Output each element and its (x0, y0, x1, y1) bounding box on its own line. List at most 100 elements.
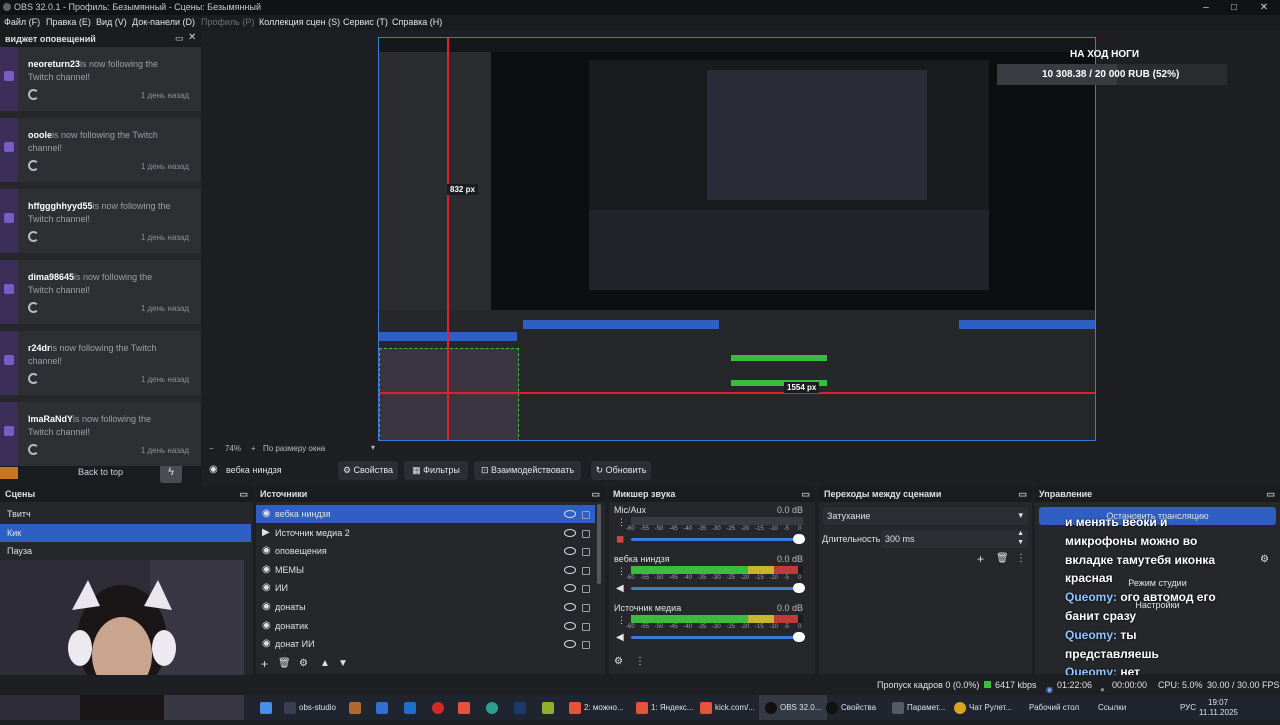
lock-icon[interactable] (582, 585, 590, 594)
transition-select[interactable]: Затухание ▾ (823, 507, 1028, 525)
float-dock-icon[interactable]: ▭ (1266, 486, 1275, 502)
add-transition-icon[interactable]: + (977, 552, 984, 566)
taskbar-app-1[interactable] (349, 695, 364, 720)
menu-scene-collection[interactable]: Коллекция сцен (S) (259, 17, 340, 27)
taskbar-settings[interactable]: Парамет... (892, 695, 945, 720)
speaker-icon[interactable]: ◀ (616, 583, 624, 594)
taskbar-opera[interactable] (432, 695, 447, 720)
visibility-eye-icon[interactable] (564, 621, 576, 630)
refresh-icon[interactable] (28, 231, 39, 242)
taskbar-app-2[interactable] (376, 695, 391, 720)
volume-slider-handle[interactable] (793, 534, 805, 544)
remove-source-icon[interactable]: 🗑 (278, 658, 291, 669)
refresh-icon[interactable] (28, 302, 39, 313)
taskbar-yandex-2[interactable]: 2: можно... (569, 695, 624, 720)
refresh-icon[interactable] (28, 89, 39, 100)
visibility-eye-icon[interactable] (564, 510, 576, 518)
lock-icon[interactable] (582, 604, 590, 612)
language-indicator[interactable]: РУС (1180, 695, 1196, 720)
remove-transition-icon[interactable]: 🗑 (996, 553, 1009, 564)
taskbar-kick[interactable]: kick.com/... (700, 695, 755, 720)
move-down-icon[interactable]: ▼ (338, 658, 348, 669)
menu-tools[interactable]: Сервис (T) (343, 17, 388, 27)
channel-menu-icon[interactable]: ⋮ (617, 566, 626, 577)
lock-icon[interactable] (582, 566, 590, 575)
source-item[interactable]: ◉ вебка ниндзя (256, 505, 595, 523)
add-source-icon[interactable]: + (261, 657, 268, 671)
channel-menu-icon[interactable]: ⋮ (617, 615, 626, 626)
menu-profile[interactable]: Профиль (P) (201, 17, 254, 27)
program-preview[interactable]: 832 px 1554 px (378, 37, 1096, 441)
duration-input[interactable]: 300 ms ▲ ▼ (881, 530, 1028, 548)
taskbar-yandex[interactable] (458, 695, 473, 720)
lock-icon[interactable] (582, 511, 590, 519)
mixer-settings-icon[interactable]: ⚙ (614, 656, 623, 667)
taskbar-app-4[interactable] (542, 695, 557, 720)
visibility-eye-icon[interactable] (564, 547, 576, 556)
taskbar-properties[interactable]: Свойства (826, 695, 876, 720)
close-dock-icon[interactable]: ✕ (188, 32, 196, 43)
channel-menu-icon[interactable]: ⋮ (617, 517, 626, 528)
minimize-button[interactable]: – (1192, 0, 1220, 15)
menu-file[interactable]: Файл (F) (4, 17, 40, 27)
visibility-eye-icon[interactable] (564, 603, 576, 611)
source-item[interactable]: ◉ оповещения (256, 542, 595, 560)
back-to-top-link[interactable]: Back to top (78, 467, 123, 477)
volume-slider[interactable] (631, 636, 803, 639)
close-button[interactable]: ✕ (1250, 0, 1278, 15)
taskbar-edge[interactable] (486, 695, 501, 720)
float-dock-icon[interactable]: ▭ (239, 486, 248, 502)
volume-slider-handle[interactable] (793, 632, 805, 642)
move-up-icon[interactable]: ▲ (320, 658, 330, 669)
speaker-icon[interactable]: ◀ (616, 632, 624, 643)
interact-button[interactable]: ⊡ Взаимодействовать (474, 461, 581, 480)
gear-icon[interactable]: ⚙ (1260, 554, 1269, 565)
visibility-eye-icon[interactable] (564, 565, 576, 574)
visibility-eye-icon[interactable] (564, 640, 576, 649)
taskbar-obs[interactable]: OBS 32.0... (759, 695, 828, 720)
refresh-icon[interactable] (28, 160, 39, 171)
maximize-button[interactable]: □ (1220, 0, 1248, 15)
transition-menu-icon[interactable]: ⋮ (1016, 553, 1026, 564)
menu-docks[interactable]: Док-панели (D) (132, 17, 195, 27)
zoom-dropdown-icon[interactable]: ▾ (371, 443, 375, 452)
zoom-out-icon[interactable]: − (209, 444, 214, 453)
source-settings-icon[interactable]: ⚙ (299, 658, 308, 669)
source-item[interactable]: ◉ МЕМЫ (256, 561, 595, 579)
refresh-icon[interactable] (28, 444, 39, 455)
volume-slider[interactable] (631, 538, 803, 541)
taskbar-photoshop[interactable] (514, 695, 529, 720)
lock-icon[interactable] (582, 641, 590, 650)
menu-help[interactable]: Справка (H) (392, 17, 442, 27)
stepper-up-icon[interactable]: ▲ (1017, 530, 1024, 537)
float-dock-icon[interactable]: ▭ (175, 33, 184, 44)
menu-edit[interactable]: Правка (E) (46, 17, 91, 27)
volume-slider-handle[interactable] (793, 583, 805, 593)
visibility-eye-icon[interactable] (564, 584, 576, 593)
scene-item[interactable]: Твитч (0, 505, 251, 523)
zoom-mode[interactable]: По размеру окна (263, 444, 325, 453)
visibility-eye-icon[interactable] (564, 528, 576, 537)
float-dock-icon[interactable]: ▭ (801, 486, 810, 502)
menu-view[interactable]: Вид (V) (96, 17, 127, 27)
taskbar-yandex-1[interactable]: 1: Яндекс... (636, 695, 693, 720)
source-item[interactable]: ◉ донат ИИ (256, 635, 595, 653)
sources-scrollbar[interactable] (597, 504, 601, 584)
refresh-button[interactable]: ↻ Обновить (591, 461, 651, 480)
taskbar-links[interactable]: Ссылки (1098, 695, 1126, 720)
start-button[interactable] (260, 695, 275, 720)
volume-slider[interactable] (631, 587, 803, 590)
properties-button[interactable]: ⚙ Свойства (338, 461, 398, 480)
source-item[interactable]: ◉ ИИ (256, 579, 595, 597)
stepper-down-icon[interactable]: ▼ (1017, 539, 1024, 546)
filters-button[interactable]: ▦ Фильтры (404, 461, 468, 480)
float-dock-icon[interactable]: ▭ (591, 486, 600, 502)
source-item[interactable]: ◉ донаты (256, 598, 595, 616)
zoom-in-icon[interactable]: + (251, 444, 256, 453)
lock-icon[interactable] (582, 529, 590, 538)
float-dock-icon[interactable]: ▭ (1018, 486, 1027, 502)
taskbar-obs-studio[interactable]: obs-studio (284, 695, 336, 720)
taskbar-chrome[interactable]: Чат Рулет... (954, 695, 1012, 720)
refresh-icon[interactable] (28, 373, 39, 384)
muted-speaker-icon[interactable]: ◼ (616, 534, 624, 545)
